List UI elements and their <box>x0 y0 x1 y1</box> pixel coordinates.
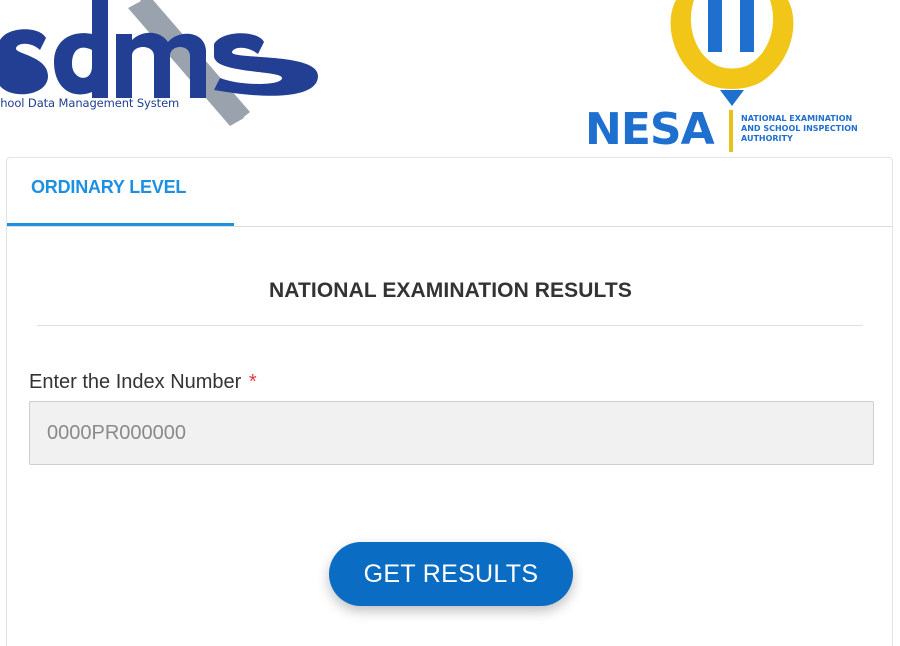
index-number-input[interactable] <box>29 401 874 465</box>
get-results-button[interactable]: GET RESULTS <box>329 542 573 606</box>
nesa-logo: NESA NATIONAL EXAMINATION AND SCHOOL INS… <box>580 0 900 158</box>
title-divider <box>37 325 863 326</box>
nesa-pencil-emblem-icon <box>670 0 794 106</box>
nesa-subtitle: NATIONAL EXAMINATION AND SCHOOL INSPECTI… <box>741 114 858 144</box>
required-indicator: * <box>248 371 257 393</box>
nesa-subtitle-line: AND SCHOOL INSPECTION <box>741 124 858 133</box>
sdms-tagline: chool Data Management System <box>0 96 180 110</box>
nesa-divider <box>729 110 733 152</box>
index-number-label-text: Enter the Index Number <box>29 371 242 393</box>
nesa-wordmark: NESA <box>585 104 715 155</box>
tab-label: ORDINARY LEVEL <box>31 177 187 197</box>
results-card: ORDINARY LEVEL NATIONAL EXAMINATION RESU… <box>6 157 893 646</box>
sdms-logo: chool Data Management System <box>0 0 330 140</box>
tab-ordinary-level[interactable]: ORDINARY LEVEL <box>7 158 234 226</box>
index-number-label: Enter the Index Number * <box>29 371 257 394</box>
results-page: chool Data Management System NESA NATION… <box>0 0 900 646</box>
section-title: NATIONAL EXAMINATION RESULTS <box>269 279 632 302</box>
sdms-logo-mark <box>0 0 318 126</box>
level-tabs: ORDINARY LEVEL <box>7 158 892 227</box>
nesa-subtitle-line: AUTHORITY <box>741 134 793 143</box>
nesa-subtitle-line: NATIONAL EXAMINATION <box>741 114 853 123</box>
